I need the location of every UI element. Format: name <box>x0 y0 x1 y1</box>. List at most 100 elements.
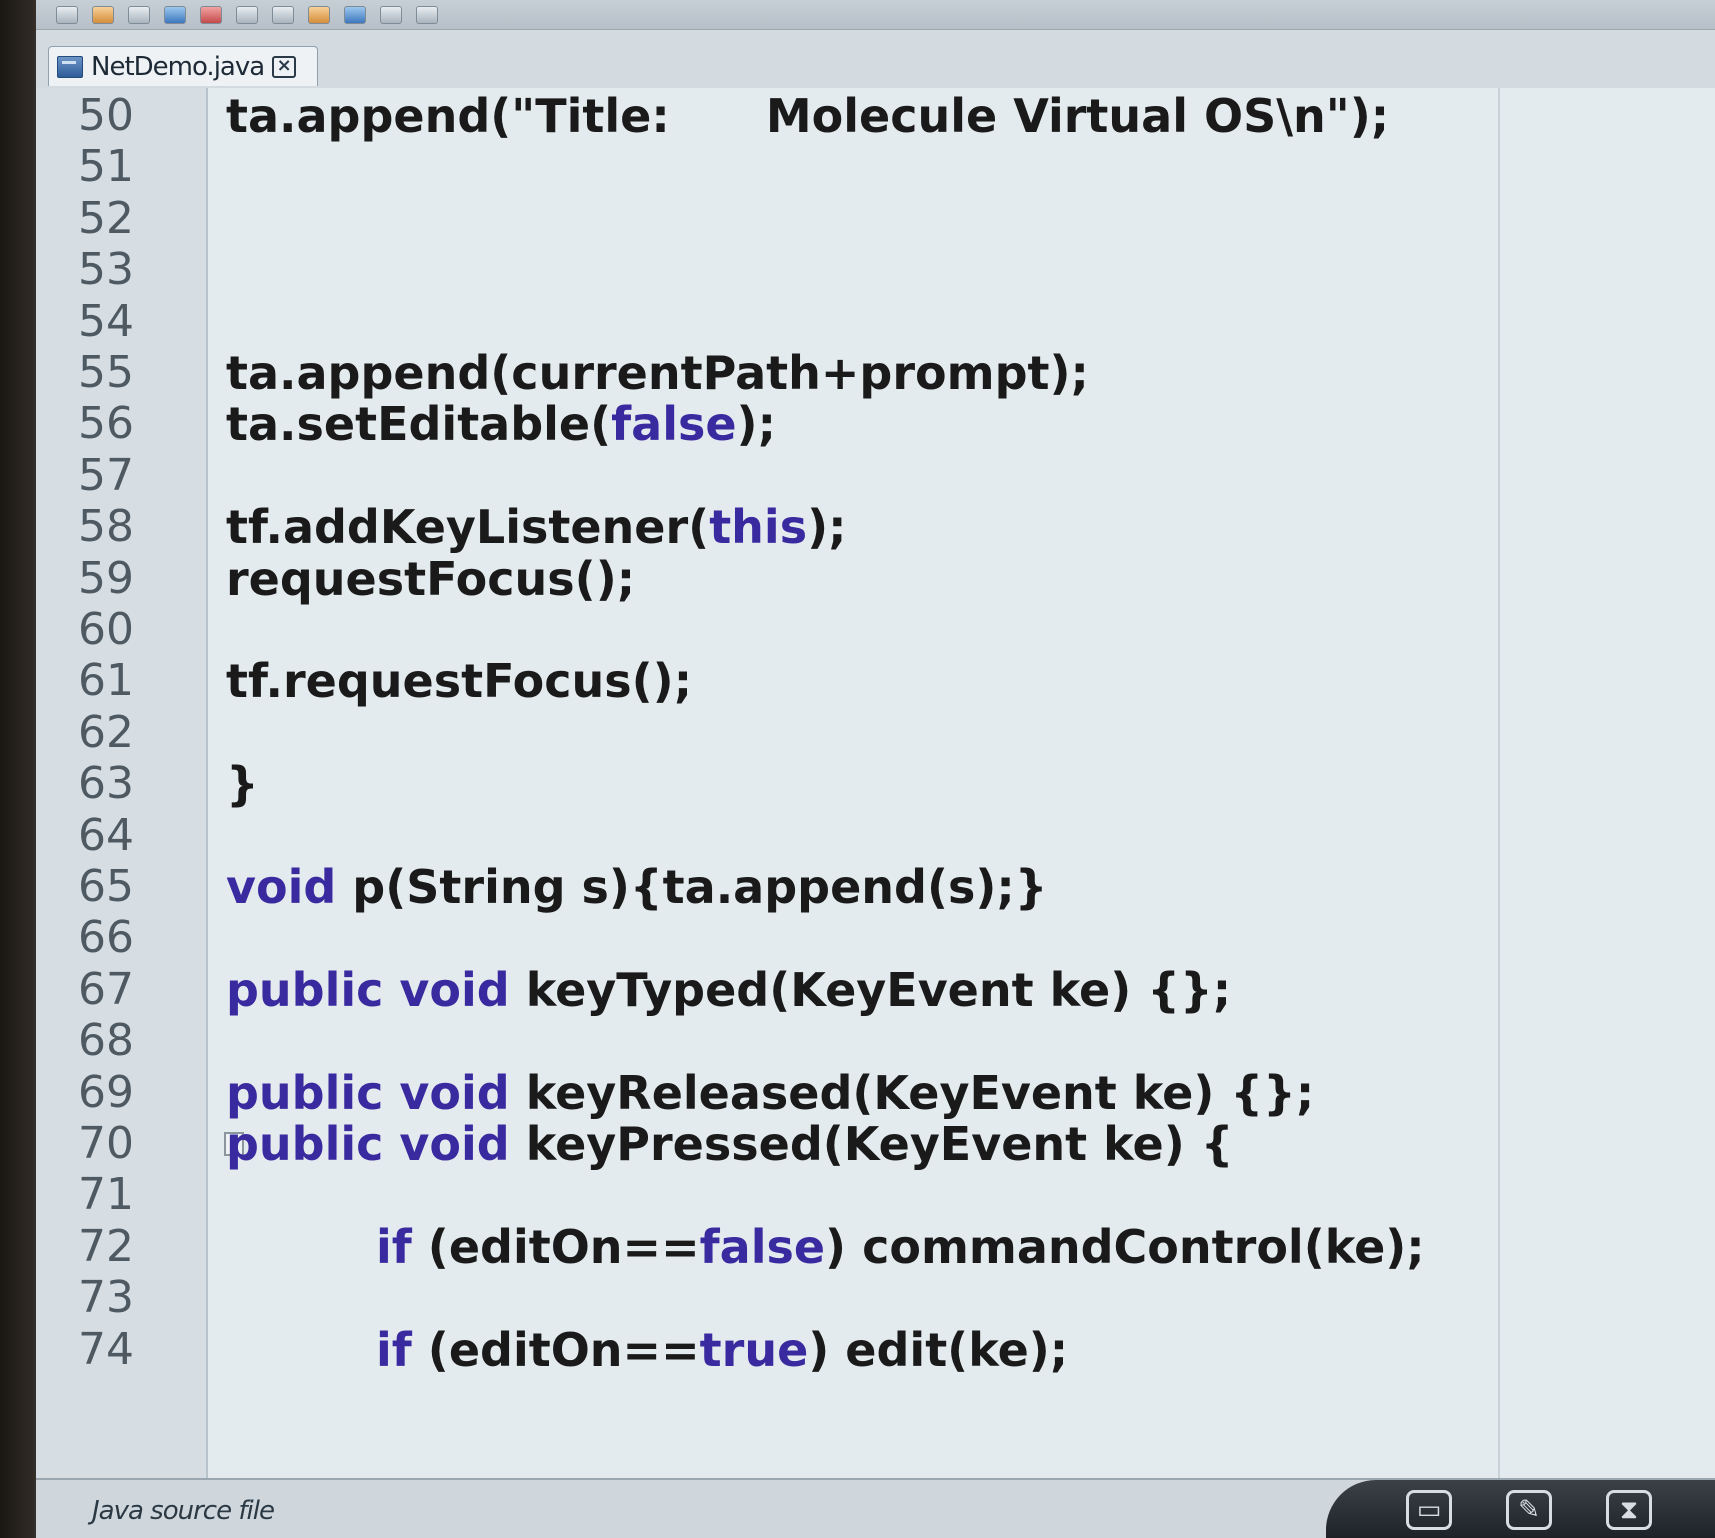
toolbar-new-icon[interactable] <box>56 5 78 24</box>
line-number: 58 <box>78 501 134 553</box>
code-line[interactable]: 63} <box>36 756 1715 812</box>
line-number: 55 <box>78 347 134 398</box>
keyword-token: this <box>709 500 808 555</box>
code-editor[interactable]: 50 ta.append("Title: Molecule Virtual OS\… <box>36 88 1715 1478</box>
window-icon[interactable]: ▭ <box>1406 1490 1452 1530</box>
code-line[interactable]: 71 <box>36 1167 1715 1223</box>
code-line[interactable]: 62 <box>36 705 1715 761</box>
code-text: ta.setEditable(false); <box>226 396 776 452</box>
code-token: (editOn== <box>411 1322 700 1377</box>
code-token: ); <box>736 397 776 452</box>
code-line[interactable]: 74 if (editOn==true) edit(ke); <box>36 1322 1715 1378</box>
toolbar-forward-icon[interactable] <box>416 5 438 24</box>
status-bar: Java source file ▭ ✎ ⧗ <box>36 1478 1715 1538</box>
code-text: tf.addKeyListener(this); <box>226 499 847 555</box>
line-number: 53 <box>78 244 134 296</box>
code-text: public void keyPressed(KeyEvent ke) { <box>226 1116 1234 1172</box>
code-token: keyPressed(KeyEvent ke) { <box>509 1117 1234 1171</box>
line-number: 54 <box>78 295 134 347</box>
line-number: 63 <box>78 758 134 810</box>
hourglass-icon[interactable]: ⧗ <box>1606 1490 1652 1530</box>
code-line[interactable]: 57 <box>36 448 1715 504</box>
toolbar-build-icon[interactable] <box>344 5 366 24</box>
editor-tab-bar: NetDemo.java × <box>36 30 1715 90</box>
line-number: 56 <box>78 398 134 450</box>
code-text: public void keyReleased(KeyEvent ke) {}; <box>226 1065 1314 1121</box>
code-text: } <box>226 756 259 812</box>
line-number: 61 <box>78 655 134 707</box>
code-token: ta.append(currentPath+prompt); <box>226 346 1089 400</box>
code-token: } <box>226 757 259 812</box>
line-number: 59 <box>78 552 134 604</box>
status-file-type: Java source file <box>92 1496 275 1526</box>
code-text: requestFocus(); <box>226 551 635 607</box>
code-token: keyTyped(KeyEvent ke) {}; <box>509 962 1232 1017</box>
code-token: tf.requestFocus(); <box>226 654 693 709</box>
toolbar-print-icon[interactable] <box>164 5 186 24</box>
toolbar-open-icon[interactable] <box>92 5 114 24</box>
code-line[interactable]: 54 <box>36 294 1715 350</box>
code-token: keyReleased(KeyEvent ke) {}; <box>509 1065 1315 1120</box>
code-token: (editOn== <box>411 1219 700 1274</box>
keyword-token: if <box>376 1322 412 1377</box>
toolbar-back-icon[interactable] <box>380 5 402 24</box>
code-token: p(String s){ta.append(s);} <box>336 860 1048 914</box>
line-number: 74 <box>78 1323 134 1375</box>
line-number: 69 <box>78 1066 134 1118</box>
code-token: requestFocus(); <box>226 551 636 606</box>
keyword-token: false <box>611 397 737 452</box>
toolbar-run-icon[interactable] <box>236 5 258 24</box>
code-text: void p(String s){ta.append(s);} <box>226 859 1048 915</box>
code-text: ta.append("Title: Molecule Virtual OS\n"… <box>226 88 1389 144</box>
code-line[interactable]: 56 ta.setEditable(false); <box>36 396 1715 452</box>
code-line[interactable]: 53 <box>36 242 1715 298</box>
code-line[interactable]: 65 void p(String s){ta.append(s);} <box>36 859 1715 915</box>
code-text: if (editOn==true) edit(ke); <box>376 1322 1068 1378</box>
line-number: 67 <box>78 963 134 1015</box>
code-line[interactable]: 69 public void keyReleased(KeyEvent ke) {… <box>36 1065 1715 1121</box>
code-line[interactable]: 72 if (editOn==false) commandControl(ke); <box>36 1219 1715 1275</box>
line-number: 66 <box>78 912 134 964</box>
line-number: 72 <box>78 1220 134 1272</box>
code-line[interactable]: 64 <box>36 808 1715 864</box>
keyword-token: public void <box>226 1117 510 1171</box>
code-line[interactable]: 70 public void keyPressed(KeyEvent ke) { <box>36 1116 1715 1172</box>
close-icon[interactable]: × <box>272 55 297 78</box>
line-number: 52 <box>78 192 134 244</box>
keyword-token: public void <box>226 962 510 1017</box>
tab-netdemo-java[interactable]: NetDemo.java × <box>48 46 318 86</box>
code-line[interactable]: 61 tf.requestFocus(); <box>36 653 1715 709</box>
line-number: 70 <box>78 1118 134 1169</box>
line-number: 68 <box>78 1015 134 1067</box>
code-line[interactable]: 55 ta.append(currentPath+prompt); <box>36 345 1715 401</box>
line-number: 71 <box>78 1169 134 1221</box>
code-line[interactable]: 52 <box>36 191 1715 247</box>
toolbar-debug-icon[interactable] <box>200 5 222 24</box>
pen-icon[interactable]: ✎ <box>1506 1490 1552 1530</box>
code-line[interactable]: 67 public void keyTyped(KeyEvent ke) {}; <box>36 962 1715 1018</box>
toolbar-search-icon[interactable] <box>272 5 294 24</box>
keyword-token: if <box>376 1219 412 1274</box>
toolbar-folder-icon[interactable] <box>308 5 330 24</box>
java-file-icon <box>57 55 83 78</box>
code-text: if (editOn==false) commandControl(ke); <box>376 1219 1425 1275</box>
code-line[interactable]: 50 ta.append("Title: Molecule Virtual OS\… <box>36 88 1715 144</box>
code-line[interactable]: 68 <box>36 1013 1715 1069</box>
toolbar-save-icon[interactable] <box>128 5 150 24</box>
code-token: tf.addKeyListener( <box>226 500 710 555</box>
code-line[interactable]: 60 <box>36 602 1715 658</box>
line-number: 50 <box>78 90 134 141</box>
code-text: public void keyTyped(KeyEvent ke) {}; <box>226 962 1231 1018</box>
line-number: 60 <box>78 604 134 655</box>
code-line[interactable]: 58 tf.addKeyListener(this); <box>36 499 1715 555</box>
code-line[interactable]: 59 requestFocus(); <box>36 551 1715 607</box>
code-token: ) edit(ke); <box>808 1322 1069 1377</box>
code-line[interactable]: 66 <box>36 910 1715 966</box>
code-text: tf.requestFocus(); <box>226 653 692 709</box>
code-line[interactable]: 51 <box>36 139 1715 195</box>
code-line[interactable]: 73 <box>36 1270 1715 1326</box>
keyword-token: true <box>699 1322 809 1377</box>
line-number: 62 <box>78 706 134 758</box>
keyword-token: false <box>699 1219 826 1274</box>
tab-label: NetDemo.java <box>91 51 265 82</box>
